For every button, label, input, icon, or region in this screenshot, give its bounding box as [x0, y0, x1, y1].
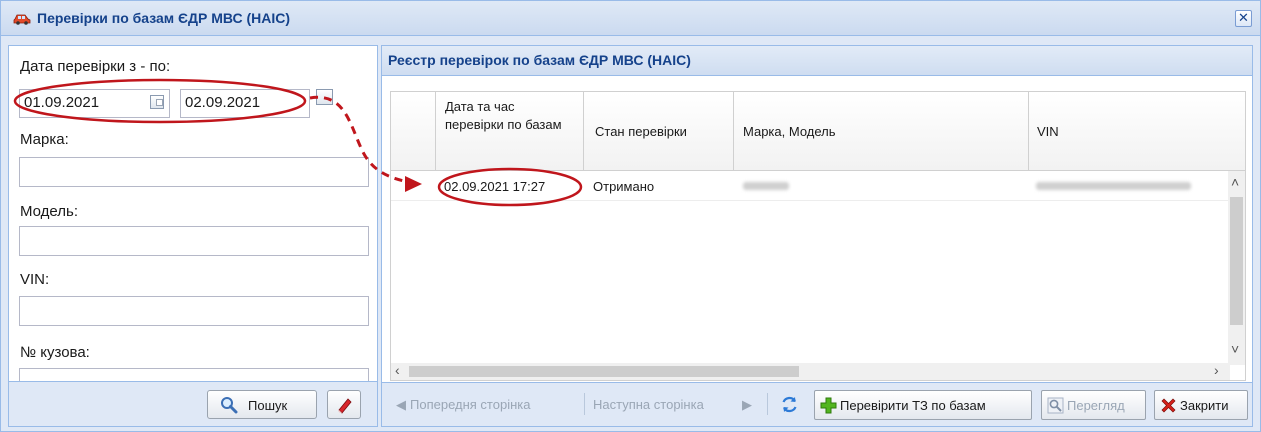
- refresh-icon[interactable]: [780, 395, 799, 414]
- redacted-model: [743, 182, 789, 190]
- filter-panel: Дата перевірки з - по: 01.09.2021 02.09.…: [8, 45, 378, 427]
- brand-input[interactable]: [19, 157, 369, 187]
- registry-grid: Дата та час перевірки по базам Стан пере…: [390, 91, 1246, 381]
- date-to-field[interactable]: 02.09.2021: [180, 89, 310, 118]
- date-from-value: 01.09.2021: [24, 94, 100, 111]
- horizontal-scroll-thumb[interactable]: [409, 366, 799, 377]
- toolbar-separator: [584, 393, 585, 415]
- vin-label: VIN:: [20, 271, 50, 288]
- window-close-button[interactable]: ✕: [1235, 10, 1252, 27]
- calendar-icon[interactable]: [150, 95, 164, 109]
- red-x-icon: [1161, 398, 1176, 413]
- date-to-value: 02.09.2021: [185, 94, 261, 111]
- prev-arrow-icon: ◀: [396, 397, 406, 412]
- calendar-icon[interactable]: [316, 89, 333, 105]
- column-header-status[interactable]: Стан перевірки: [595, 123, 687, 141]
- scroll-left-icon[interactable]: ‹: [395, 362, 400, 378]
- registry-header: Реєстр перевірок по базам ЄДР МВС (НАІС): [382, 46, 1252, 76]
- column-divider: [1028, 92, 1029, 171]
- column-divider: [733, 92, 734, 171]
- horizontal-scrollbar[interactable]: ‹ ›: [391, 362, 1230, 380]
- window-titlebar: Перевірки по базам ЄДР МВС (НАІС) ✕: [1, 1, 1260, 36]
- search-button[interactable]: Пошук: [207, 390, 317, 419]
- table-row[interactable]: 02.09.2021 17:27 Отримано: [391, 171, 1229, 201]
- toolbar-separator: [767, 393, 768, 415]
- eraser-icon: [338, 398, 352, 414]
- date-from-field[interactable]: 01.09.2021: [19, 89, 170, 118]
- model-label: Модель:: [20, 203, 79, 220]
- close-button[interactable]: Закрити: [1154, 390, 1248, 420]
- magnifier-icon: [221, 397, 238, 414]
- registry-toolbar: ◀ Попередня сторінка Наступна сторінка ▶…: [382, 382, 1252, 426]
- column-header-model[interactable]: Марка, Модель: [743, 123, 836, 141]
- brand-label: Марка:: [20, 131, 69, 148]
- model-input[interactable]: [19, 226, 369, 256]
- check-vehicle-button[interactable]: Перевірити ТЗ по базам: [814, 390, 1032, 420]
- scroll-right-icon[interactable]: ›: [1214, 362, 1219, 378]
- car-icon: [13, 14, 31, 25]
- clear-filters-button[interactable]: [327, 390, 361, 419]
- filter-actions: Пошук: [9, 381, 377, 426]
- view-button-label: Перегляд: [1067, 398, 1125, 413]
- column-header-datetime[interactable]: Дата та час перевірки по базам: [445, 98, 573, 134]
- green-plus-icon: [820, 397, 837, 414]
- body-number-label: № кузова:: [20, 344, 90, 361]
- column-header-vin[interactable]: VIN: [1037, 123, 1059, 141]
- vertical-scrollbar[interactable]: ˄ ˅: [1228, 171, 1245, 365]
- next-page-button[interactable]: Наступна сторінка: [593, 397, 704, 412]
- vertical-scroll-thumb[interactable]: [1230, 197, 1243, 325]
- row-status: Отримано: [593, 179, 655, 194]
- redacted-vin: [1036, 182, 1191, 190]
- scroll-up-icon[interactable]: ˄: [1231, 174, 1239, 190]
- registry-title: Реєстр перевірок по базам ЄДР МВС (НАІС): [388, 52, 691, 68]
- row-datetime: 02.09.2021 17:27: [444, 179, 546, 194]
- scroll-down-icon[interactable]: ˅: [1231, 341, 1239, 357]
- column-divider: [583, 92, 584, 171]
- registry-panel: Реєстр перевірок по базам ЄДР МВС (НАІС)…: [381, 45, 1253, 427]
- prev-page-button[interactable]: Попередня сторінка: [410, 397, 530, 412]
- view-button[interactable]: Перегляд: [1041, 390, 1146, 420]
- grid-header: Дата та час перевірки по базам Стан пере…: [391, 92, 1245, 171]
- date-range-label: Дата перевірки з - по:: [20, 58, 171, 75]
- check-vehicle-label: Перевірити ТЗ по базам: [840, 398, 986, 413]
- next-arrow-icon: ▶: [742, 397, 752, 412]
- column-divider: [435, 92, 436, 171]
- close-button-label: Закрити: [1180, 398, 1229, 413]
- magnifier-icon: [1047, 397, 1064, 414]
- vin-input[interactable]: [19, 296, 369, 326]
- search-button-label: Пошук: [248, 398, 288, 413]
- window-title: Перевірки по базам ЄДР МВС (НАІС): [37, 10, 290, 26]
- app-window: Перевірки по базам ЄДР МВС (НАІС) ✕ Дата…: [0, 0, 1261, 432]
